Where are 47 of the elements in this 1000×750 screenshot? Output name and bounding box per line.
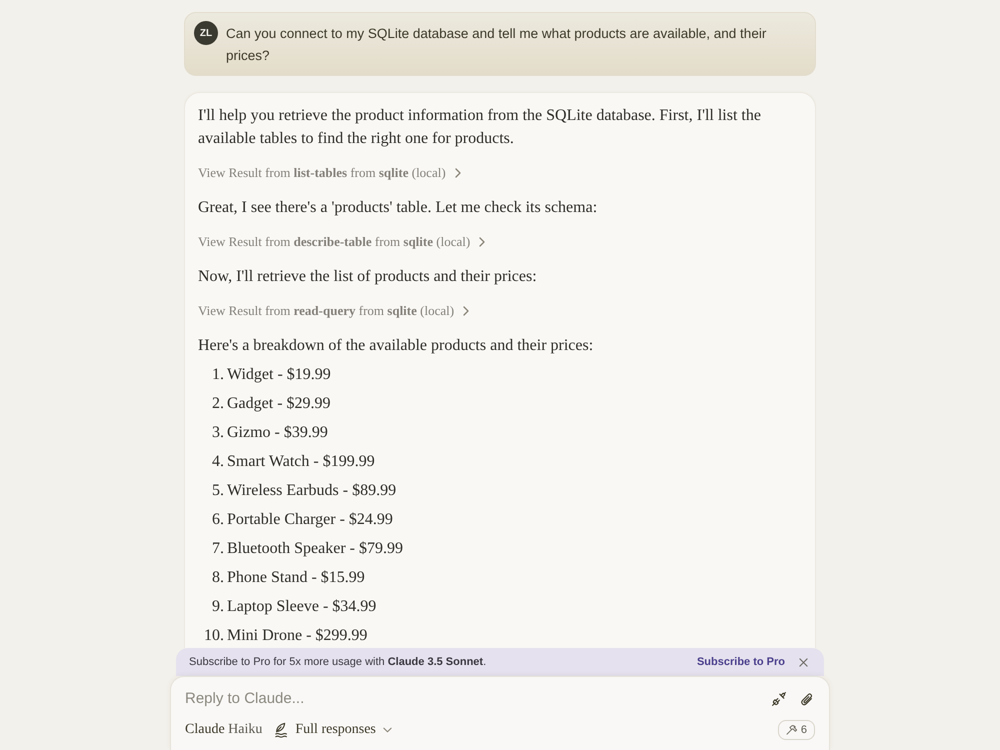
banner-text: Subscribe to Pro for 5x more usage with Claude 3.5 Sonnet. <box>189 656 488 668</box>
list-item-text: Smart Watch - $199.99 <box>227 452 375 472</box>
close-button[interactable] <box>799 658 808 666</box>
plug-icon <box>771 691 787 707</box>
list-item-text: Phone Stand - $15.99 <box>227 568 365 588</box>
list-number: 5. <box>211 481 224 501</box>
user-message-text: Can you connect to my SQLite database and tell me what products are available, and their prices? <box>226 25 768 65</box>
message-paragraph: I'll help you retrieve the product information from the SQLite database. First, I'll list the available tables to find the right one for products. <box>198 106 762 149</box>
user-avatar: ZL <box>194 21 218 45</box>
list-item-text: Gadget - $29.99 <box>227 394 331 414</box>
list-number: 8. <box>211 568 224 588</box>
response-style-selector[interactable]: Full responses <box>274 722 392 738</box>
chevron-right-icon <box>454 168 461 178</box>
list-number: 7. <box>211 539 224 559</box>
list-number: 3. <box>211 423 224 443</box>
list-number: 6. <box>211 510 224 530</box>
list-item-text: Bluetooth Speaker - $79.99 <box>227 539 403 559</box>
hammer-icon <box>786 725 798 735</box>
close-icon <box>799 658 808 666</box>
list-number: 1. <box>211 365 224 385</box>
chevron-right-icon <box>479 237 486 247</box>
message-paragraph: Now, I'll retrieve the list of products and their prices: <box>198 267 538 287</box>
subscribe-link[interactable]: Subscribe to Pro <box>696 656 785 668</box>
list-item-text: Mini Drone - $299.99 <box>227 626 368 646</box>
message-paragraph: Great, I see there's a 'products' table. Let me check its schema: <box>198 198 598 218</box>
tool-result-link[interactable]: View Result from describe-table from sqlite (local) <box>198 232 486 252</box>
tool-result-link[interactable]: View Result from read-query from sqlite (local) <box>198 301 470 321</box>
message-paragraph: Here's a breakdown of the available products and their prices: <box>198 336 594 356</box>
plug-button[interactable] <box>771 691 787 707</box>
tools-count-badge[interactable]: 6 <box>778 720 815 740</box>
list-number: 4. <box>211 452 224 472</box>
list-item-text: Wireless Earbuds - $89.99 <box>227 481 396 501</box>
paperclip-icon <box>799 691 815 707</box>
tool-result-link[interactable]: View Result from list-tables from sqlite (local) <box>198 163 461 183</box>
list-item-text: Widget - $19.99 <box>227 365 331 385</box>
chevron-right-icon <box>463 306 470 316</box>
model-selector[interactable]: Claude Haiku <box>185 722 262 738</box>
chevron-down-icon <box>382 727 392 733</box>
reply-input[interactable]: Reply to Claude... <box>185 688 759 710</box>
list-number: 9. <box>211 597 224 617</box>
message-composer[interactable]: Reply to Claude... Claude Haiku Full responses 6 <box>170 676 830 750</box>
list-item-text: Portable Charger - $24.99 <box>227 510 393 530</box>
list-number: 2. <box>211 394 224 414</box>
list-item-text: Laptop Sleeve - $34.99 <box>227 597 376 617</box>
attach-button[interactable] <box>799 691 815 707</box>
list-number: 10. <box>203 626 224 646</box>
list-item-text: Gizmo - $39.99 <box>227 423 328 443</box>
